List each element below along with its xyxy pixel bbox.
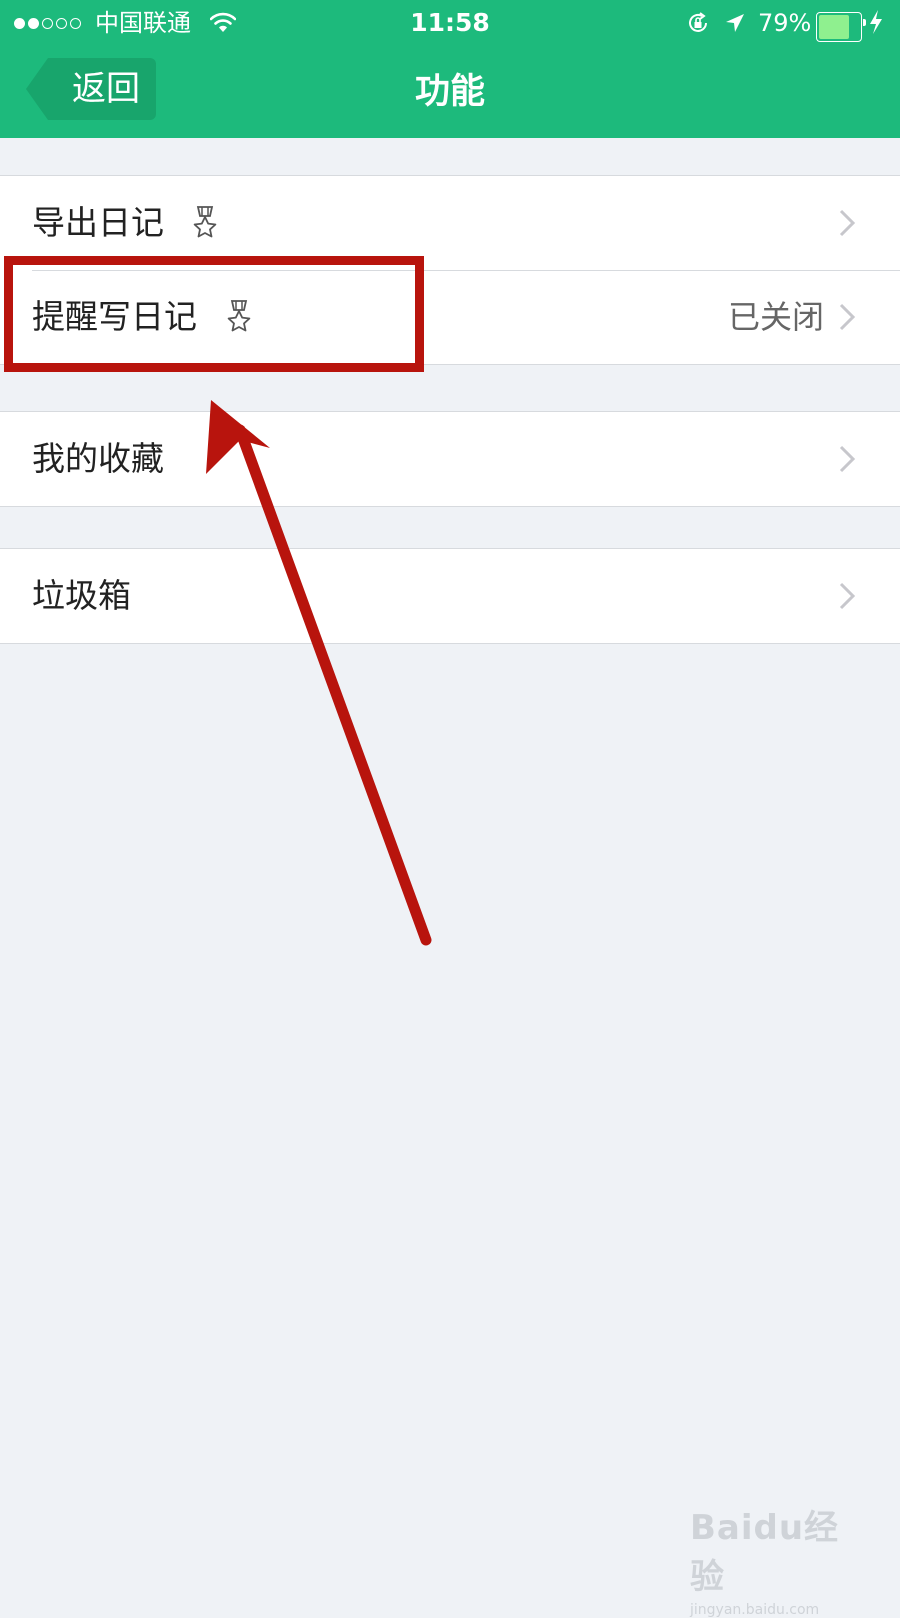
baidu-watermark: Baidu经验 jingyan.baidu.com (690, 1500, 870, 1618)
annotation-arrow (206, 400, 432, 946)
watermark-url: jingyan.baidu.com (690, 1602, 820, 1618)
watermark-logo: Baidu经验 (690, 1508, 840, 1597)
